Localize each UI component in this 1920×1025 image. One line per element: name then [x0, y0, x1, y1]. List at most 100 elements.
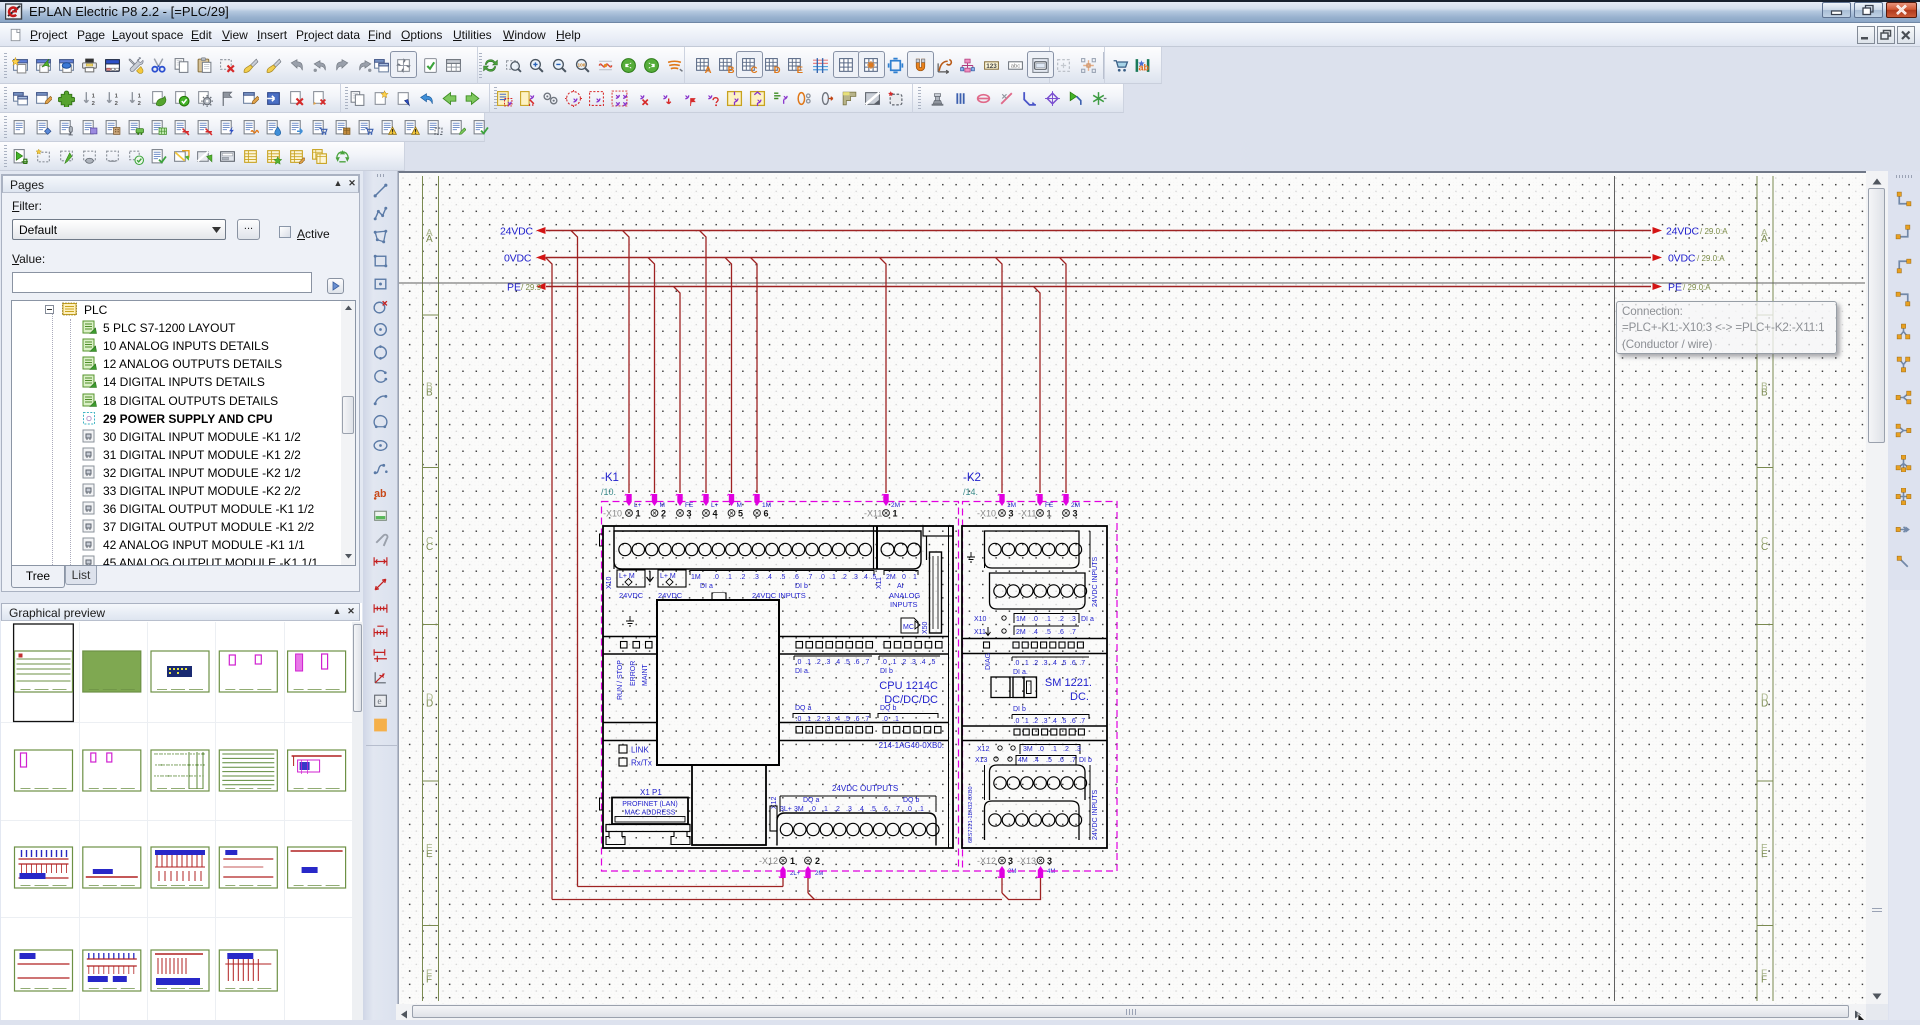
svg-text:DI b: DI b [795, 583, 808, 590]
svg-text:.2: .2 [1063, 746, 1069, 753]
svg-text:.5: .5 [870, 806, 876, 813]
svg-text:.3: .3 [825, 659, 831, 666]
svg-text:.2: .2 [834, 806, 840, 813]
svg-text:CPU 1214C: CPU 1214C [879, 680, 938, 692]
svg-text:-K1: -K1 [601, 472, 619, 484]
svg-text:.7: .7 [1070, 629, 1076, 636]
svg-text:3: 3 [1073, 509, 1078, 519]
svg-text:-X10: -X10 [977, 509, 996, 519]
svg-text:DQ a: DQ a [795, 705, 811, 712]
svg-text:2: 2 [815, 856, 820, 866]
svg-text:B: B [1761, 382, 1768, 393]
svg-text:DQ b: DQ b [880, 705, 896, 712]
svg-text:SM 1221.: SM 1221. [1045, 677, 1092, 689]
svg-text:3: 3 [1047, 856, 1052, 866]
svg-text:24VDC OUTPUTS: 24VDC OUTPUTS [832, 784, 898, 793]
svg-text:C: C [426, 536, 433, 547]
svg-text:LINK: LINK [631, 746, 649, 755]
svg-text:-X11: -X11 [1018, 509, 1036, 519]
svg-text:.7: .7 [1079, 718, 1085, 725]
svg-text:2M: 2M [1071, 502, 1080, 509]
svg-text:.0: .0 [1032, 616, 1038, 623]
svg-text:.7: .7 [863, 659, 869, 666]
svg-text:C: C [1761, 536, 1768, 547]
svg-text:L+ M: L+ M [619, 573, 635, 580]
svg-text:.5: .5 [844, 659, 850, 666]
svg-text:ERROR: ERROR [630, 661, 637, 686]
svg-text:X10: X10 [606, 576, 613, 589]
svg-text:D: D [426, 693, 433, 704]
svg-text:2L+: 2L+ [790, 871, 801, 877]
svg-text:DQ b: DQ b [903, 797, 919, 804]
svg-text:.2: .2 [841, 574, 847, 581]
svg-text:1: 1 [636, 509, 641, 519]
svg-text:PE: PE [1668, 282, 1682, 294]
svg-text:3: 3 [687, 509, 692, 519]
svg-text:L+: L+ [634, 502, 642, 509]
svg-text:X11: X11 [974, 629, 986, 636]
svg-text:DI a: DI a [700, 583, 713, 590]
svg-text:.1: .1 [891, 659, 897, 666]
svg-text:C: C [750, 65, 757, 74]
svg-text:3: 3 [1009, 509, 1014, 519]
svg-text:DI a.: DI a. [1013, 669, 1028, 676]
svg-text:/ 29.0:A: / 29.0:A [1697, 254, 1725, 263]
svg-text:.6: .6 [1070, 718, 1076, 725]
svg-text:F: F [1761, 969, 1767, 980]
svg-text:M: M [660, 502, 665, 509]
svg-text:INPUTS: INPUTS [890, 600, 918, 609]
svg-text:.4: .4 [1033, 757, 1039, 764]
svg-text:.2: .2 [815, 659, 821, 666]
svg-text:B: B [426, 382, 433, 393]
svg-text:3L+: 3L+ [780, 806, 792, 813]
svg-text:.2: .2 [740, 574, 746, 581]
svg-text:1M: 1M [1007, 502, 1016, 509]
svg-text:2M: 2M [1016, 629, 1026, 636]
svg-text:X12: X12 [977, 746, 990, 753]
svg-text:6ES7221-1BH32-0XB0: 6ES7221-1BH32-0XB0 [968, 786, 974, 843]
svg-text:0: 0 [902, 574, 906, 581]
svg-text:-X13: -X13 [1017, 856, 1036, 866]
svg-text:.7: .7 [894, 806, 900, 813]
svg-text:.2: .2 [1032, 660, 1038, 667]
svg-text:FE: FE [685, 502, 694, 509]
svg-text:ANALOG: ANALOG [889, 591, 920, 600]
svg-text:.6: .6 [854, 659, 860, 666]
svg-text:B: B [727, 65, 734, 74]
svg-text:-X12: -X12 [977, 856, 996, 866]
svg-text:D: D [1761, 693, 1768, 704]
svg-text:.7: .7 [1070, 757, 1076, 764]
svg-text:A: A [1761, 228, 1768, 239]
svg-text:X13: X13 [975, 757, 988, 764]
svg-text:24VDC INPUTS: 24VDC INPUTS [752, 591, 806, 600]
svg-text:.3: .3 [910, 659, 916, 666]
svg-text:.5: .5 [1046, 757, 1052, 764]
svg-text:DI b: DI b [1079, 757, 1092, 764]
svg-text:4M: 4M [1047, 869, 1055, 875]
svg-text:.0: .0 [906, 806, 912, 813]
svg-text:24VDC INPUTS: 24VDC INPUTS [1092, 556, 1099, 607]
svg-text:E: E [796, 65, 802, 74]
svg-text:.0: .0 [1038, 746, 1044, 753]
svg-text:.4: .4 [1032, 629, 1038, 636]
svg-text:0VDC: 0VDC [1668, 253, 1696, 265]
svg-text:-X10: -X10 [603, 509, 622, 519]
svg-text:1: 1 [790, 856, 795, 866]
svg-text:AI: AI [897, 583, 904, 590]
svg-text:DC.: DC. [1070, 691, 1089, 703]
svg-text:0VDC: 0VDC [504, 253, 532, 265]
svg-text:.6: .6 [1058, 757, 1064, 764]
svg-text:.3: .3 [1042, 718, 1048, 725]
svg-text:M: M [737, 502, 742, 509]
svg-text:.6: .6 [882, 806, 888, 813]
svg-text:6: 6 [764, 509, 769, 519]
svg-text:.3: .3 [1070, 616, 1076, 623]
svg-text:-X11: -X11 [864, 509, 882, 519]
svg-text:4: 4 [713, 509, 718, 519]
svg-text:24VDC: 24VDC [500, 226, 533, 238]
svg-text:.0: .0 [713, 574, 719, 581]
svg-text:/ 29.9: / 29.9 [521, 283, 542, 292]
svg-text:F: F [426, 969, 432, 980]
svg-text:DI b: DI b [880, 668, 893, 675]
svg-text:.4: .4 [920, 659, 926, 666]
